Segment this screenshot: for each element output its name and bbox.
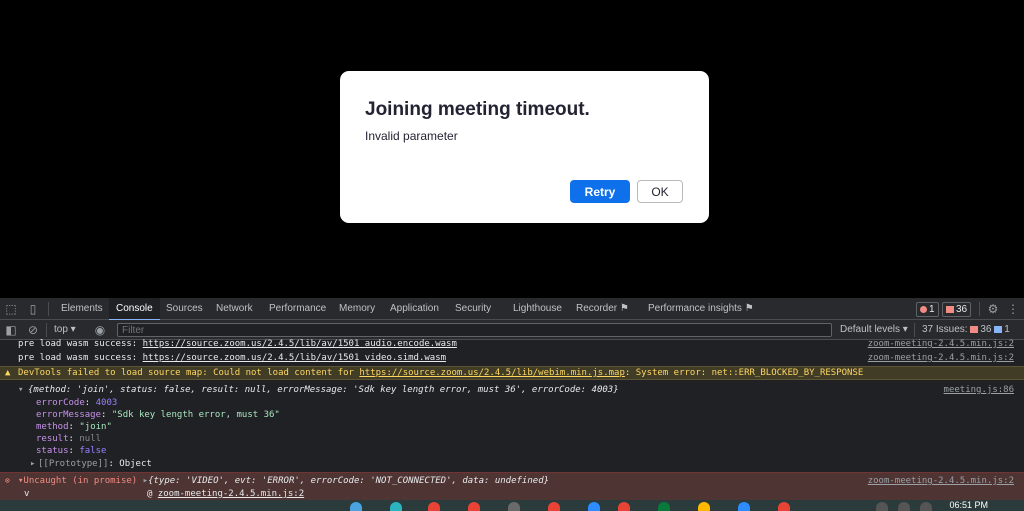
tab-lighthouse[interactable]: Lighthouse — [508, 298, 567, 320]
issue-count-badge[interactable]: 36 — [942, 302, 972, 317]
taskbar-clock[interactable]: 06:51 PM — [949, 500, 988, 511]
property-value: false — [79, 446, 107, 456]
meeting-page: Joining meeting timeout. Invalid paramet… — [0, 0, 1024, 298]
tray-icon[interactable] — [898, 502, 910, 511]
issues-link[interactable]: 37 Issues: 36 1 — [922, 323, 1010, 337]
app-icon[interactable] — [618, 502, 630, 511]
warning-text: DevTools failed to load source map: Coul… — [18, 368, 360, 378]
app-icon[interactable] — [778, 502, 790, 511]
ok-button[interactable]: OK — [637, 180, 683, 203]
error-count-badge[interactable]: 1 — [916, 302, 939, 317]
tab-application[interactable]: Application — [385, 298, 444, 320]
property-key: [[Prototype]] — [38, 459, 109, 469]
divider — [914, 323, 915, 337]
warning-text-suffix: : System error: net::ERR_BLOCKED_BY_RESP… — [624, 368, 864, 378]
dialog-message: Invalid parameter — [365, 129, 458, 143]
property-value: 4003 — [95, 398, 118, 408]
error-icon — [920, 305, 927, 313]
devtools-panel: ⬚ ▯ Elements Console Sources Network Per… — [0, 298, 1024, 500]
tab-elements[interactable]: Elements — [56, 298, 108, 320]
source-link[interactable]: zoom-meeting-2.4.5.min.js:2 — [868, 475, 1014, 487]
log-text: pre load wasm success: — [18, 353, 143, 363]
info-icon — [994, 325, 1003, 333]
error-row: ⊗ ▾Uncaught (in promise) ▸{type: 'VIDEO'… — [0, 472, 1024, 500]
source-link[interactable]: zoom-meeting-2.4.5.min.js:2 — [868, 352, 1014, 364]
inspect-element-icon[interactable]: ⬚ — [4, 302, 18, 316]
error-dialog: Joining meeting timeout. Invalid paramet… — [340, 71, 709, 223]
expand-triangle-icon[interactable]: ▸ — [30, 458, 35, 470]
property-key: errorCode — [36, 398, 85, 408]
tab-performance[interactable]: Performance — [264, 298, 331, 320]
settings-gear-icon[interactable]: ⚙ — [986, 302, 1000, 316]
app-icon[interactable] — [390, 502, 402, 511]
property-value: Object — [119, 459, 152, 469]
app-icon[interactable] — [548, 502, 560, 511]
stack-trace-link[interactable]: zoom-meeting-2.4.5.min.js:2 — [158, 489, 304, 499]
app-icon[interactable] — [508, 502, 520, 511]
app-icon[interactable] — [350, 502, 362, 511]
error-object-summary: {type: 'VIDEO', evt: 'ERROR', errorCode:… — [148, 476, 550, 486]
app-icon[interactable] — [468, 502, 480, 511]
clear-console-icon[interactable]: ⊘ — [26, 323, 40, 337]
app-icon[interactable] — [738, 502, 750, 511]
property-key: status — [36, 446, 69, 456]
tab-recorder[interactable]: Recorder ⚑ — [571, 298, 634, 320]
tab-memory[interactable]: Memory — [334, 298, 380, 320]
stack-expand-icon[interactable]: v — [24, 488, 29, 500]
error-count: 1 — [929, 304, 935, 315]
property-key: errorMessage — [36, 410, 102, 420]
issues-info-count: 1 — [1004, 324, 1010, 335]
app-icon[interactable] — [428, 502, 440, 511]
warning-icon: ▲ — [5, 368, 11, 378]
console-toolbar: ◧ ⊘ top ▾ ◉ Default levels ▾ 37 Issues: … — [0, 320, 1024, 340]
app-icon[interactable] — [588, 502, 600, 511]
filter-input[interactable] — [117, 323, 832, 337]
app-icon[interactable] — [658, 502, 670, 511]
more-options-icon[interactable]: ⋮ — [1006, 302, 1020, 316]
windows-taskbar: 06:51 PM — [0, 500, 1024, 511]
app-icon[interactable] — [698, 502, 710, 511]
tray-icon[interactable] — [876, 502, 888, 511]
object-summary: {method: 'join', status: false, result: … — [28, 385, 619, 395]
warning-row: ▲ DevTools failed to load source map: Co… — [0, 366, 1024, 380]
divider — [46, 323, 47, 337]
context-selector[interactable]: top ▾ — [54, 323, 76, 337]
live-expression-eye-icon[interactable]: ◉ — [93, 323, 107, 337]
log-link[interactable]: https://source.zoom.us/2.4.5/lib/av/1501… — [143, 353, 446, 363]
retry-button[interactable]: Retry — [570, 180, 630, 203]
issues-label: 37 Issues: — [922, 324, 968, 335]
log-link[interactable]: https://source.zoom.us/2.4.5/lib/av/1501… — [143, 339, 457, 349]
divider — [48, 302, 49, 316]
source-link[interactable]: meeting.js:86 — [944, 384, 1014, 396]
divider — [979, 302, 980, 316]
console-output: pre load wasm success: https://source.zo… — [0, 338, 1024, 500]
tab-console[interactable]: Console — [109, 298, 160, 321]
tab-performance-insights[interactable]: Performance insights ⚑ — [643, 298, 759, 320]
tab-sources[interactable]: Sources — [161, 298, 208, 320]
property-value: "Sdk key length error, must 36" — [111, 410, 280, 420]
tab-network[interactable]: Network — [211, 298, 258, 320]
error-label: Uncaught (in promise) — [23, 476, 138, 486]
log-text: pre load wasm success: — [18, 339, 143, 349]
issue-icon — [946, 305, 954, 313]
source-link[interactable]: zoom-meeting-2.4.5.min.js:2 — [868, 338, 1014, 350]
sidebar-toggle-icon[interactable]: ◧ — [4, 323, 18, 337]
property-key: result — [36, 434, 69, 444]
tab-security[interactable]: Security — [450, 298, 496, 320]
devtools-tabbar: ⬚ ▯ Elements Console Sources Network Per… — [0, 298, 1024, 321]
warning-link[interactable]: https://source.zoom.us/2.4.5/lib/webim.m… — [359, 368, 625, 378]
dialog-title: Joining meeting timeout. — [365, 99, 590, 120]
issues-error-count: 36 — [980, 324, 992, 335]
error-circle-icon: ⊗ — [5, 476, 10, 485]
device-toolbar-icon[interactable]: ▯ — [26, 302, 40, 316]
expand-triangle-icon[interactable]: ▾ — [18, 384, 23, 396]
property-value: "join" — [79, 422, 112, 432]
issue-count: 36 — [956, 304, 968, 315]
property-value: null — [79, 434, 102, 444]
tray-icon[interactable] — [920, 502, 932, 511]
log-levels-dropdown[interactable]: Default levels ▾ — [840, 323, 908, 337]
issue-icon — [970, 325, 979, 333]
property-key: method — [36, 422, 69, 432]
